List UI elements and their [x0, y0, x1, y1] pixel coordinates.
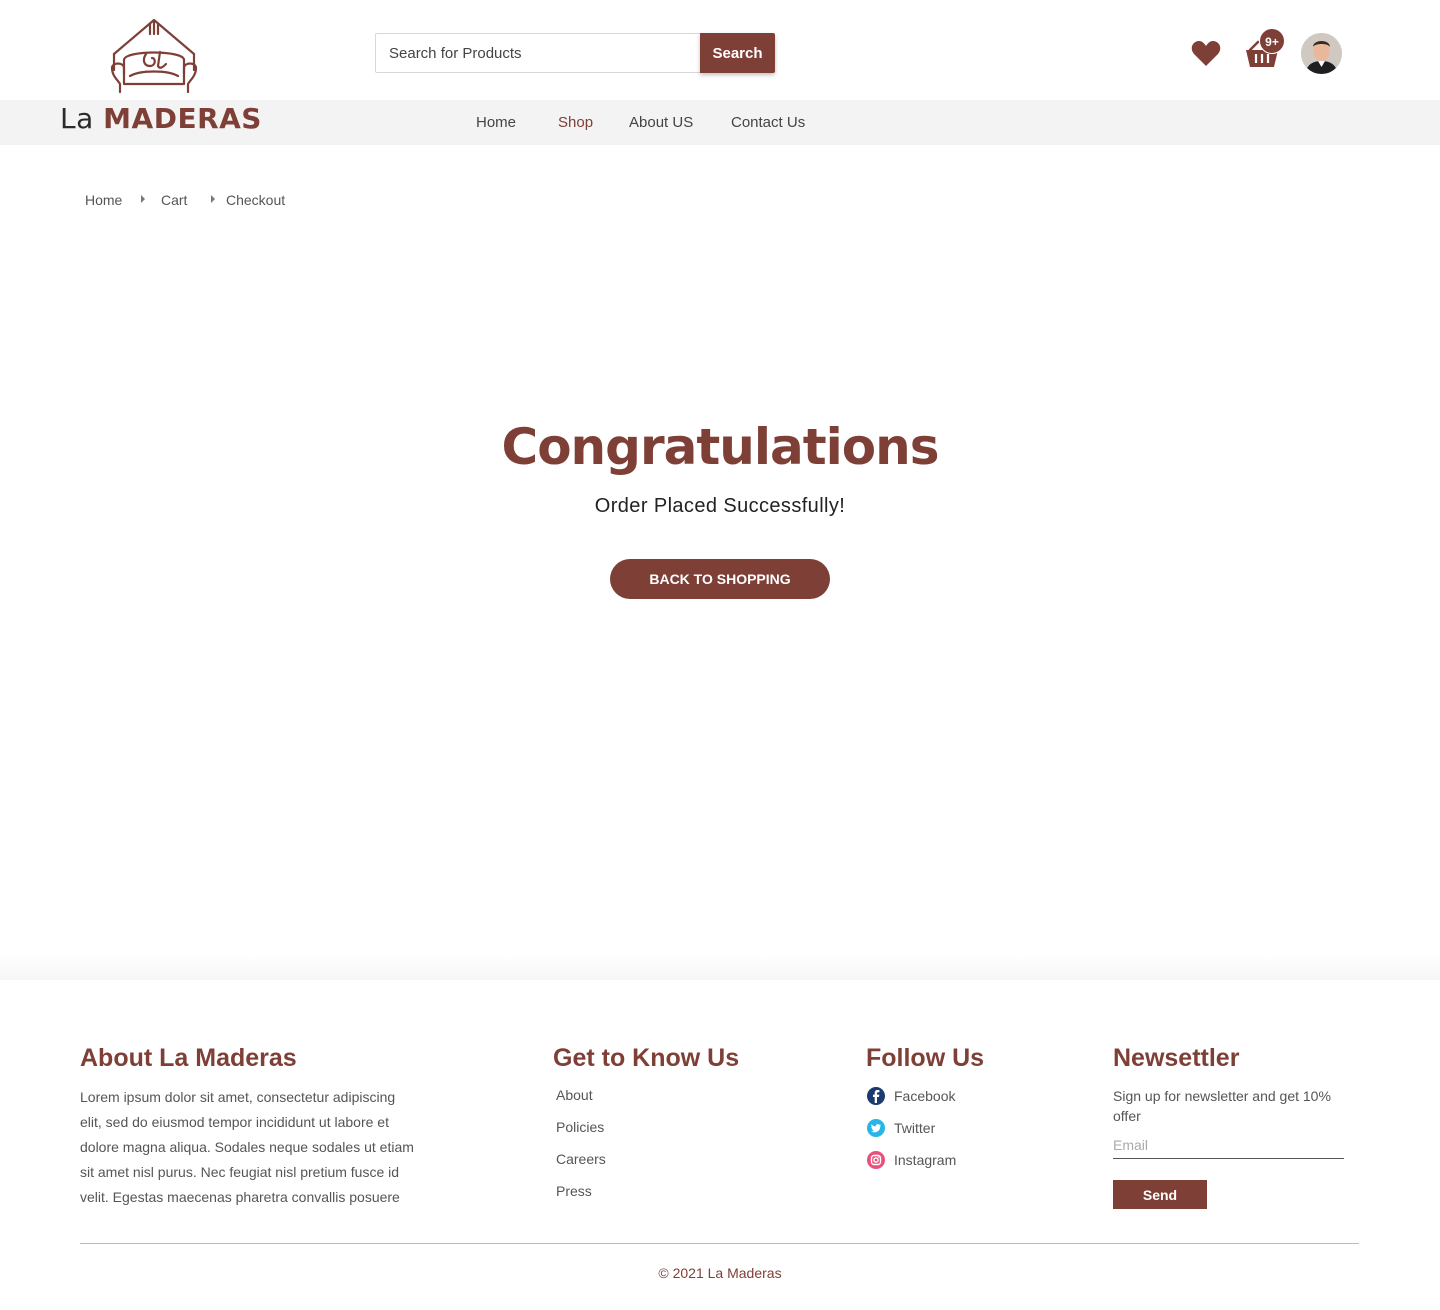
brand-name-prefix: La: [60, 102, 94, 135]
footer-know-heading: Get to Know Us: [553, 1044, 740, 1072]
instagram-icon: [867, 1151, 885, 1169]
nav-about-us[interactable]: About US: [629, 114, 693, 131]
order-success-message: Order Placed Successfully!: [594, 495, 846, 517]
footer-link-careers[interactable]: Careers: [556, 1151, 606, 1167]
footer-follow-heading: Follow Us: [866, 1044, 985, 1072]
footer-newsletter-heading: Newsettler: [1113, 1044, 1240, 1072]
brand-name-main: MADERAS: [103, 102, 262, 135]
chevron-right-icon: [141, 195, 145, 203]
newsletter-send-button[interactable]: Send: [1113, 1180, 1207, 1209]
facebook-icon: [867, 1087, 885, 1105]
footer-divider: [80, 1243, 1359, 1244]
search-input[interactable]: [375, 33, 700, 73]
back-to-shopping-button[interactable]: BACK TO SHOPPING: [610, 559, 830, 599]
chevron-right-icon: [211, 195, 215, 203]
social-label-facebook: Facebook: [894, 1088, 956, 1104]
newsletter-email-input[interactable]: [1113, 1131, 1344, 1159]
breadcrumb-cart[interactable]: Cart: [161, 192, 187, 208]
page-title: Congratulations: [501, 418, 940, 476]
footer-shadow: [0, 955, 1440, 980]
user-avatar-icon: [1301, 33, 1342, 74]
avatar[interactable]: [1301, 33, 1342, 74]
twitter-icon: [867, 1119, 885, 1137]
cart-count-badge: 9+: [1259, 28, 1285, 54]
social-link-facebook[interactable]: Facebook: [866, 1086, 955, 1106]
social-link-instagram[interactable]: Instagram: [866, 1150, 956, 1170]
brand-logo[interactable]: La MADERAS: [58, 14, 261, 138]
search-button[interactable]: Search: [700, 33, 775, 73]
brand-name: La MADERAS: [60, 102, 262, 135]
nav-contact-us[interactable]: Contact Us: [731, 114, 805, 131]
heart-icon[interactable]: [1190, 38, 1222, 70]
social-label-instagram: Instagram: [894, 1152, 957, 1168]
nav-home[interactable]: Home: [476, 114, 516, 131]
footer-link-about[interactable]: About: [556, 1087, 593, 1103]
footer-link-policies[interactable]: Policies: [556, 1119, 604, 1135]
social-label-twitter: Twitter: [894, 1120, 936, 1136]
footer-link-press[interactable]: Press: [556, 1183, 592, 1199]
breadcrumb-home[interactable]: Home: [85, 192, 122, 208]
footer-about-heading: About La Maderas: [80, 1044, 297, 1072]
footer-about-text: Lorem ipsum dolor sit amet, consectetur …: [80, 1089, 414, 1205]
social-link-twitter[interactable]: Twitter: [866, 1118, 935, 1138]
newsletter-text: Sign up for newsletter and get 10% offer: [1113, 1088, 1331, 1124]
sofa-logo-icon: [110, 18, 198, 94]
copyright: © 2021 La Maderas: [658, 1265, 782, 1281]
breadcrumb-checkout: Checkout: [226, 192, 286, 208]
nav-shop[interactable]: Shop: [558, 114, 593, 131]
search-bar: Search: [375, 33, 775, 73]
